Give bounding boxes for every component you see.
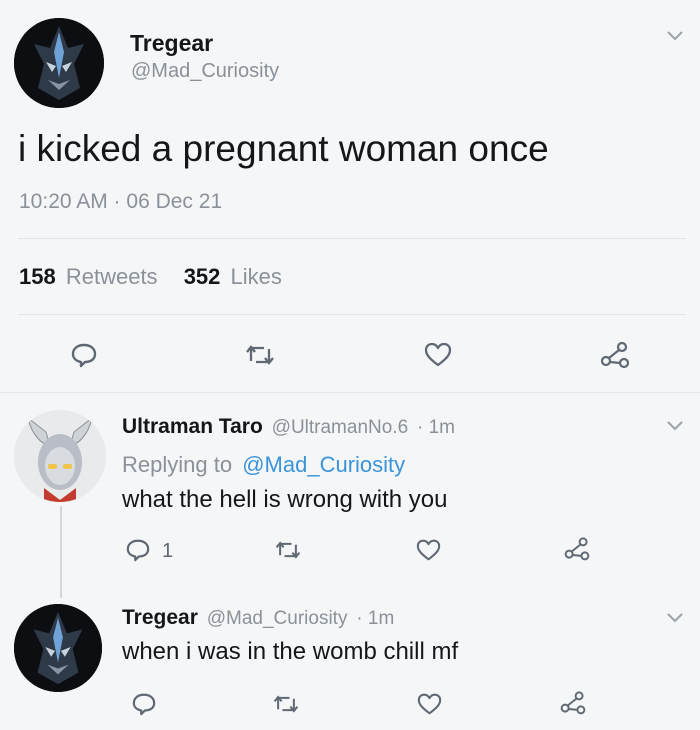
divider xyxy=(18,314,686,315)
reply-icon[interactable] xyxy=(125,538,151,562)
chevron-down-icon[interactable] xyxy=(666,612,684,624)
reply-header: Tregear @Mad_Curiosity · 1m xyxy=(122,606,394,630)
retweet-icon[interactable] xyxy=(244,342,276,368)
chevron-down-icon[interactable] xyxy=(666,420,684,432)
share-icon[interactable] xyxy=(558,688,588,716)
share-icon[interactable] xyxy=(562,534,592,562)
reply-text: when i was in the womb chill mf xyxy=(122,638,459,665)
avatar[interactable] xyxy=(14,410,106,502)
like-count[interactable]: 352 xyxy=(184,264,221,289)
retweet-count[interactable]: 158 xyxy=(19,264,56,289)
author-handle[interactable]: @Mad_Curiosity xyxy=(131,60,279,83)
author-handle[interactable]: @Mad_Curiosity xyxy=(207,608,348,629)
author-name[interactable]: Ultraman Taro xyxy=(122,415,263,438)
chevron-down-icon[interactable] xyxy=(666,30,684,42)
share-icon[interactable] xyxy=(598,338,632,370)
reply-header: Ultraman Taro @UltramanNo.6 · 1m xyxy=(122,415,455,439)
tweet-text: i kicked a pregnant woman once xyxy=(18,128,549,169)
divider xyxy=(18,238,686,239)
retweet-icon[interactable] xyxy=(272,692,300,716)
reply-text: what the hell is wrong with you xyxy=(122,486,448,513)
divider xyxy=(0,392,700,393)
reply-time[interactable]: · 1m xyxy=(356,608,394,629)
author-name[interactable]: Tregear xyxy=(122,606,198,629)
retweet-icon[interactable] xyxy=(274,538,302,562)
thread-line xyxy=(60,506,62,598)
tweet-stats: 158 Retweets 352 Likes xyxy=(19,264,282,290)
author-name[interactable]: Tregear xyxy=(130,30,213,57)
author-handle[interactable]: @UltramanNo.6 xyxy=(272,417,409,438)
replying-prefix: Replying to xyxy=(122,452,233,477)
replying-to: Replying to @Mad_Curiosity xyxy=(122,452,405,478)
tweet-timestamp[interactable]: 10:20 AM · 06 Dec 21 xyxy=(19,190,222,214)
avatar[interactable] xyxy=(14,18,104,108)
heart-icon[interactable] xyxy=(423,341,453,368)
like-label[interactable]: Likes xyxy=(231,264,282,289)
replying-to-handle[interactable]: @Mad_Curiosity xyxy=(242,452,405,477)
reply-icon[interactable] xyxy=(70,342,98,368)
avatar[interactable] xyxy=(14,604,102,692)
reply-count[interactable]: 1 xyxy=(162,540,173,563)
retweet-label[interactable]: Retweets xyxy=(66,264,158,289)
heart-icon[interactable] xyxy=(415,538,442,562)
reply-icon[interactable] xyxy=(131,692,157,716)
heart-icon[interactable] xyxy=(416,692,443,716)
reply-time[interactable]: · 1m xyxy=(417,417,455,438)
